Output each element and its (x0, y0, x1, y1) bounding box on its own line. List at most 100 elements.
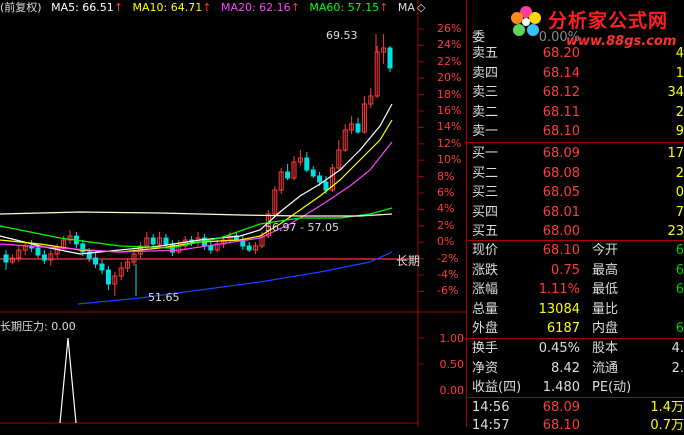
stat-label: 外盘 (472, 321, 499, 336)
price-axis-tick: 22% (437, 54, 462, 68)
long-term-label: 长期 (396, 254, 421, 268)
candle-body (285, 171, 291, 179)
sell-level-label: 卖三 (472, 85, 499, 100)
volume-axis-2: 0.50 (439, 358, 465, 371)
sell-row[interactable]: 卖三 68.12 34 (468, 83, 684, 102)
buy-volume: 0 (675, 185, 684, 200)
price-axis-tick: -4% (437, 268, 459, 281)
price-axis-tick: 10% (437, 153, 462, 167)
candle-body (35, 247, 41, 256)
tick-volume: 0.7万 (650, 418, 684, 433)
stat-value: 68.10 (542, 243, 580, 258)
fund-row[interactable]: 换手 0.45% 股本 4. (468, 339, 684, 358)
price-axis-tick: 4% (437, 202, 455, 216)
sell-level-label: 卖一 (472, 124, 499, 139)
price-axis-tick: 6% (437, 186, 455, 199)
price-axis-tick: -2% (437, 251, 459, 265)
sell-level-label: 卖二 (472, 104, 499, 120)
stat-row[interactable]: 现价 68.10 今开 6 (468, 241, 684, 260)
candle-body (150, 237, 156, 245)
price-axis-tick: 2% (437, 218, 455, 232)
stat-value: 6 (675, 282, 684, 297)
buy-volume: 17 (667, 146, 684, 161)
sell-price: 68.11 (542, 104, 580, 120)
site-logo-url[interactable]: www.88gs.com (566, 34, 676, 49)
fund-value: 1.480 (542, 380, 580, 395)
ma60-label: MA60: 57.15 (309, 1, 380, 14)
stat-label: 量比 (592, 301, 619, 317)
fund-value: 4. (671, 341, 684, 356)
buy-price: 68.00 (542, 224, 580, 239)
fund-label: 净资 (472, 360, 499, 376)
buy-row[interactable]: 买三 68.05 0 (468, 183, 684, 202)
price-axis-tick: 26% (437, 22, 462, 35)
candle-body (246, 245, 252, 251)
up-arrow-icon: ↑ (113, 1, 124, 14)
up-arrow-icon: ↑ (202, 1, 212, 14)
sell-row[interactable]: 卖一 68.10 9 (468, 122, 684, 141)
pane-divider (466, 0, 467, 427)
stat-label: 涨跌 (472, 262, 499, 278)
candle-body (387, 47, 393, 69)
tick-price: 68.09 (542, 400, 580, 415)
quote-panel: 委 0.00% 卖五 68.20 4 卖四 68.14 1 卖三 68.12 34 卖二 68.11 2 卖… (468, 0, 684, 433)
ma10-label: MA10: 64.71 (132, 1, 203, 14)
buy-row[interactable]: 买一 68.09 17 (468, 144, 684, 163)
site-logo-name: 分析家公式网 (548, 10, 669, 32)
buy-level-label: 买一 (472, 146, 499, 161)
long-trend-line (77, 251, 393, 305)
stat-label: 内盘 (592, 321, 619, 336)
fund-value: 8.42 (551, 360, 580, 376)
long-ma-line (0, 211, 393, 217)
stat-row[interactable]: 涨跌 0.75 最高 6 (468, 261, 684, 280)
tick-volume: 1.4万 (650, 400, 684, 415)
ma-legend: (前复权) MA5: 66.51↑ MA10: 64.71↑ MA20: 62.… (0, 0, 431, 16)
buy-row[interactable]: 买五 68.00 23 (468, 222, 684, 241)
sell-row[interactable]: 卖四 68.14 1 (468, 64, 684, 83)
range-label: 56.97 - 57.05 (265, 221, 339, 234)
fund-label: 换手 (472, 341, 499, 356)
volume-indicator-label: 长期压力: 0.00 (0, 320, 76, 333)
fund-row[interactable]: 净资 8.42 流通 2. (468, 359, 684, 378)
price-axis-tick: 8% (437, 169, 455, 183)
price-axis-tick: 14% (437, 120, 462, 134)
tick-price: 68.10 (542, 418, 580, 433)
sell-volume: 9 (675, 124, 684, 139)
stat-row[interactable]: 外盘 6187 内盘 6 (468, 319, 684, 338)
candle-body (310, 169, 316, 177)
price-mode-label: (前复权) (0, 1, 42, 14)
candle-body (105, 269, 111, 285)
candle-body (208, 245, 214, 251)
fund-label: 流通 (592, 360, 619, 376)
stat-row[interactable]: 涨幅 1.11% 最低 6 (468, 280, 684, 299)
candle-body (41, 254, 47, 261)
fund-row[interactable]: 收益(四) 1.480 PE(动) (468, 378, 684, 397)
buy-level-label: 买四 (472, 204, 499, 220)
stat-label: 现价 (472, 243, 499, 258)
stat-label: 最高 (592, 262, 619, 278)
buy-price: 68.05 (542, 185, 580, 200)
price-axis-tick: 24% (437, 38, 462, 52)
candle-body (323, 181, 329, 191)
buy-row[interactable]: 买四 68.01 7 (468, 203, 684, 222)
candlesticks (3, 34, 393, 296)
sell-volume: 1 (675, 65, 684, 81)
fund-label: PE(动) (592, 380, 632, 395)
stat-value: 0.75 (551, 262, 580, 278)
buy-level-label: 买二 (472, 165, 499, 181)
stat-row[interactable]: 总量 13084 量比 (468, 300, 684, 319)
sell-row[interactable]: 卖二 68.11 2 (468, 103, 684, 122)
fund-value: 2. (671, 360, 684, 376)
tick-row[interactable]: 14:57 68.10 0.7万 (468, 416, 684, 435)
stat-label: 今开 (592, 243, 619, 258)
price-axis-tick: -6% (437, 284, 459, 298)
kline-chart[interactable] (0, 0, 468, 427)
up-arrow-icon: ↑ (379, 1, 389, 14)
tick-row[interactable]: 14:56 68.09 1.4万 (468, 398, 684, 417)
price-axis-tick: 16% (437, 104, 462, 117)
tick-time: 14:56 (472, 400, 510, 415)
divider (468, 142, 684, 143)
volume-pane (59, 337, 77, 424)
stat-value: 13084 (538, 301, 580, 317)
buy-row[interactable]: 买二 68.08 2 (468, 164, 684, 183)
